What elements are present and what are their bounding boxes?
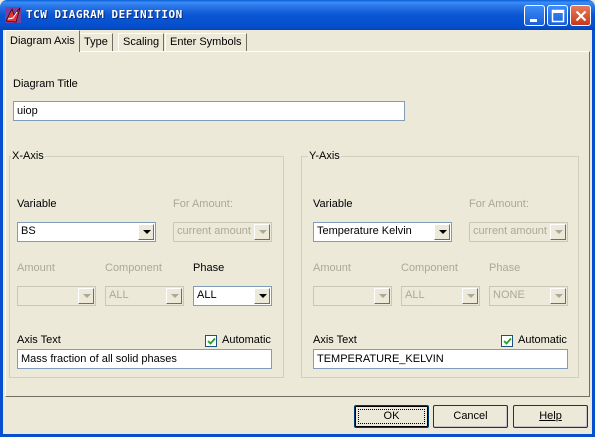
y-amount-select <box>313 286 392 306</box>
x-variable-label: Variable <box>17 198 57 210</box>
tab-enter-symbols[interactable]: Enter Symbols <box>165 33 247 51</box>
y-axis-text-input[interactable]: TEMPERATURE_KELVIN <box>313 349 568 369</box>
chevron-down-icon <box>550 224 566 240</box>
checkmark-icon <box>503 337 512 345</box>
close-button[interactable] <box>570 5 591 26</box>
x-component-select: ALL <box>105 286 184 306</box>
cancel-button-label: Cancel <box>453 410 488 422</box>
y-for-amount-value: current amount <box>473 225 547 237</box>
ok-button[interactable]: OK <box>354 405 429 428</box>
y-for-amount-select: current amount <box>469 222 568 242</box>
chevron-down-icon[interactable] <box>138 224 154 240</box>
y-for-amount-label: For Amount: <box>469 198 529 210</box>
minimize-icon <box>530 19 537 22</box>
y-component-select: ALL <box>401 286 480 306</box>
x-amount-select <box>17 286 96 306</box>
x-phase-select[interactable]: ALL <box>193 286 272 306</box>
x-variable-select[interactable]: BS <box>17 222 156 242</box>
diagram-title-input[interactable]: uiop <box>13 101 405 121</box>
x-phase-label: Phase <box>193 262 225 274</box>
window-frame-left <box>0 30 3 437</box>
y-variable-value: Temperature Kelvin <box>317 225 412 237</box>
app-icon <box>4 6 22 24</box>
x-automatic-label: Automatic <box>222 334 271 346</box>
x-for-amount-label: For Amount: <box>173 198 233 210</box>
help-button-label: Help <box>539 410 562 422</box>
y-automatic-label: Automatic <box>518 334 567 346</box>
x-component-label: Component <box>105 262 162 274</box>
y-variable-select[interactable]: Temperature Kelvin <box>313 222 452 242</box>
chevron-down-icon[interactable] <box>254 288 270 304</box>
x-axis-text-label: Axis Text <box>17 334 61 346</box>
window-title: TCW DIAGRAM DEFINITION <box>26 8 183 21</box>
x-for-amount-value: current amount <box>177 225 251 237</box>
y-component-value: ALL <box>405 289 425 301</box>
tab-diagram-axis[interactable]: Diagram Axis <box>5 30 80 52</box>
y-component-label: Component <box>401 262 458 274</box>
y-variable-label: Variable <box>313 198 353 210</box>
chevron-down-icon <box>254 224 270 240</box>
x-variable-value: BS <box>21 225 36 237</box>
maximize-button[interactable] <box>547 5 568 26</box>
tab-type[interactable]: Type <box>79 33 113 51</box>
checkmark-icon <box>207 337 216 345</box>
close-icon <box>575 10 587 22</box>
chevron-down-icon[interactable] <box>434 224 450 240</box>
x-axis-group-title: X-Axis <box>11 150 45 162</box>
x-axis-text-input[interactable]: Mass fraction of all solid phases <box>17 349 272 369</box>
y-automatic-checkbox[interactable] <box>501 335 513 347</box>
cancel-button[interactable]: Cancel <box>433 405 508 428</box>
minimize-button[interactable] <box>524 5 545 26</box>
chevron-down-icon <box>78 288 94 304</box>
y-amount-label: Amount <box>313 262 351 274</box>
y-axis-group-title: Y-Axis <box>308 150 341 162</box>
y-phase-label: Phase <box>489 262 521 274</box>
help-button[interactable]: Help <box>513 405 588 428</box>
maximize-icon <box>551 9 565 23</box>
x-amount-label: Amount <box>17 262 55 274</box>
x-phase-value: ALL <box>197 289 217 301</box>
focus-rect <box>358 409 425 424</box>
chevron-down-icon <box>462 288 478 304</box>
y-phase-value: NONE <box>493 289 525 301</box>
tab-strip: Diagram Axis Type Scaling Enter Symbols <box>3 30 592 52</box>
x-component-value: ALL <box>109 289 129 301</box>
chevron-down-icon <box>550 288 566 304</box>
y-phase-select: NONE <box>489 286 568 306</box>
title-bar[interactable]: TCW DIAGRAM DEFINITION <box>0 0 595 30</box>
diagram-title-label: Diagram Title <box>13 78 78 90</box>
x-for-amount-select: current amount <box>173 222 272 242</box>
chevron-down-icon <box>374 288 390 304</box>
y-axis-text-label: Axis Text <box>313 334 357 346</box>
x-automatic-checkbox[interactable] <box>205 335 217 347</box>
chevron-down-icon <box>166 288 182 304</box>
tab-scaling[interactable]: Scaling <box>118 33 165 51</box>
